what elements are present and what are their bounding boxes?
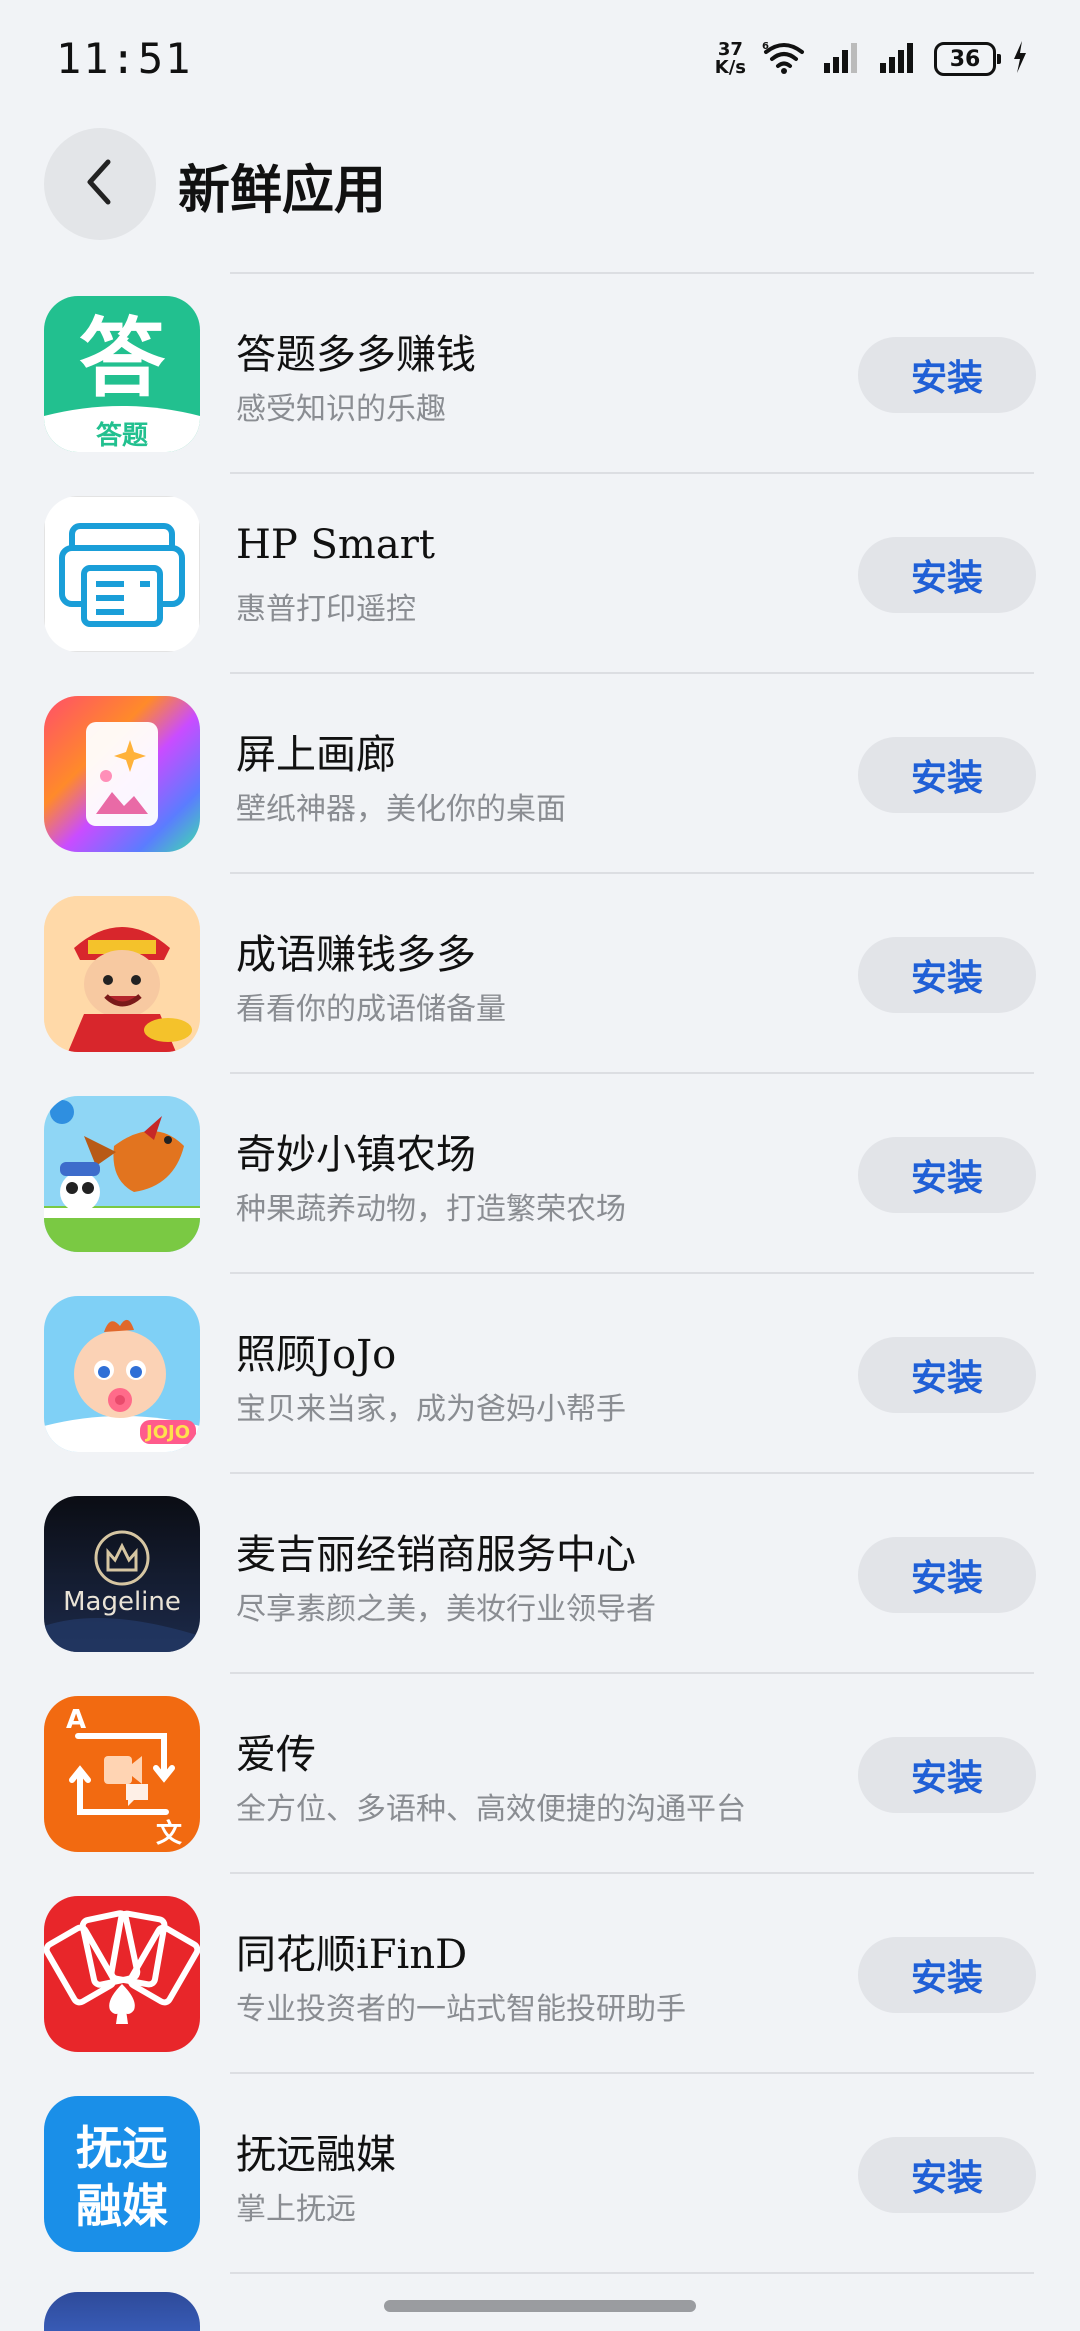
svg-text:6: 6 <box>762 41 769 52</box>
network-speed: 37 K/s <box>715 41 746 77</box>
app-name: 同花顺iFinD <box>236 1932 468 1978</box>
app-list-item[interactable]: 答 答题 答题多多赚钱 感受知识的乐趣 安装 <box>0 274 1080 474</box>
app-description: 专业投资者的一站式智能投研助手 <box>236 1992 686 2027</box>
app-list-item[interactable]: JOJO 照顾JoJo 宝贝来当家，成为爸妈小帮手 安装 <box>0 1274 1080 1474</box>
status-icons: 37 K/s 6 36 <box>715 36 1028 82</box>
status-time: 11:51 <box>56 34 193 83</box>
next-app-icon-partial[interactable] <box>44 2292 200 2331</box>
install-button[interactable]: 安装 <box>858 1737 1036 1813</box>
app-list-item[interactable]: 成语赚钱多多 看看你的成语储备量 安装 <box>0 874 1080 1074</box>
chevron-left-icon <box>80 156 120 212</box>
install-button[interactable]: 安装 <box>858 1137 1036 1213</box>
app-name: 爱传 <box>236 1732 316 1778</box>
divider <box>230 2272 1034 2274</box>
app-name: 答题多多赚钱 <box>236 332 476 378</box>
app-list-item[interactable]: 屏上画廊 壁纸神器，美化你的桌面 安装 <box>0 674 1080 874</box>
farm-app-icon <box>44 1096 200 1252</box>
mageline-app-icon: Mageline <box>44 1496 200 1652</box>
home-indicator[interactable] <box>384 2300 696 2312</box>
signal-sim1-icon <box>822 41 862 77</box>
cards-app-icon <box>44 1896 200 2052</box>
app-description: 感受知识的乐趣 <box>236 392 446 427</box>
app-name: 麦吉丽经销商服务中心 <box>236 1532 636 1578</box>
back-button[interactable] <box>44 128 156 240</box>
printer-app-icon <box>44 496 200 652</box>
fuyuan-icon-text-bottom: 融媒 <box>76 2179 169 2233</box>
app-description: 宝贝来当家，成为爸妈小帮手 <box>236 1392 626 1427</box>
app-list: 答 答题 答题多多赚钱 感受知识的乐趣 安装 HP Smart 惠普打印遥控 安… <box>0 274 1080 2274</box>
app-list-item[interactable]: 奇妙小镇农场 种果蔬养动物，打造繁荣农场 安装 <box>0 1074 1080 1274</box>
gallery-app-icon <box>44 696 200 852</box>
install-button[interactable]: 安装 <box>858 1937 1036 2013</box>
install-button[interactable]: 安装 <box>858 337 1036 413</box>
app-name: 照顾JoJo <box>236 1332 397 1378</box>
translate-icon-letter-wen: 文 <box>156 1818 183 1849</box>
app-list-item[interactable]: HP Smart 惠普打印遥控 安装 <box>0 474 1080 674</box>
install-button[interactable]: 安装 <box>858 1537 1036 1613</box>
fuyuan-icon-text-top: 抚远 <box>76 2121 168 2175</box>
app-description: 壁纸神器，美化你的桌面 <box>236 792 566 827</box>
app-name: 抚远融媒 <box>236 2132 396 2178</box>
app-list-item[interactable]: 同花顺iFinD 专业投资者的一站式智能投研助手 安装 <box>0 1874 1080 2074</box>
app-description: 惠普打印遥控 <box>236 592 416 627</box>
app-name: 成语赚钱多多 <box>236 932 476 978</box>
wifi-icon: 6 <box>762 40 806 78</box>
signal-sim2-icon <box>878 41 918 77</box>
charging-icon <box>1012 41 1028 77</box>
svg-text:答: 答 <box>79 309 166 409</box>
battery-level: 36 <box>949 46 981 72</box>
quiz-icon-label: 答题 <box>96 420 148 451</box>
mageline-icon-label: Mageline <box>63 1587 181 1617</box>
battery-indicator: 36 <box>934 42 1001 76</box>
app-description: 掌上抚远 <box>236 2192 356 2227</box>
install-button[interactable]: 安装 <box>858 2137 1036 2213</box>
idiom-app-icon <box>44 896 200 1052</box>
status-bar: 11:51 37 K/s 6 36 <box>0 0 1080 110</box>
screen: 11:51 37 K/s 6 36 新鲜应用 答 答题 答题多多赚钱 感受知识的… <box>0 0 1080 2331</box>
app-description: 全方位、多语种、高效便捷的沟通平台 <box>236 1792 746 1827</box>
app-name: HP Smart <box>236 522 435 568</box>
page-title: 新鲜应用 <box>178 160 387 221</box>
app-name: 屏上画廊 <box>236 732 396 778</box>
install-button[interactable]: 安装 <box>858 737 1036 813</box>
install-button[interactable]: 安装 <box>858 937 1036 1013</box>
app-description: 种果蔬养动物，打造繁荣农场 <box>236 1192 626 1227</box>
translate-icon-letter-a: A <box>66 1705 86 1735</box>
app-description: 尽享素颜之美，美妆行业领导者 <box>236 1592 656 1627</box>
install-button[interactable]: 安装 <box>858 537 1036 613</box>
baby-app-icon: JOJO <box>44 1296 200 1452</box>
app-name: 奇妙小镇农场 <box>236 1132 476 1178</box>
fuyuan-app-icon: 抚远 融媒 <box>44 2096 200 2252</box>
network-speed-unit: K/s <box>714 57 746 78</box>
app-list-item[interactable]: Mageline 麦吉丽经销商服务中心 尽享素颜之美，美妆行业领导者 安装 <box>0 1474 1080 1674</box>
quiz-app-icon: 答 答题 <box>44 296 200 452</box>
install-button[interactable]: 安装 <box>858 1337 1036 1413</box>
app-list-item[interactable]: 抚远 融媒 抚远融媒 掌上抚远 安装 <box>0 2074 1080 2274</box>
app-description: 看看你的成语储备量 <box>236 992 506 1027</box>
jojo-icon-label: JOJO <box>144 1422 190 1443</box>
app-list-item[interactable]: A 文 爱传 全方位、多语种、高效便捷的沟通平台 安装 <box>0 1674 1080 1874</box>
translate-app-icon: A 文 <box>44 1696 200 1852</box>
